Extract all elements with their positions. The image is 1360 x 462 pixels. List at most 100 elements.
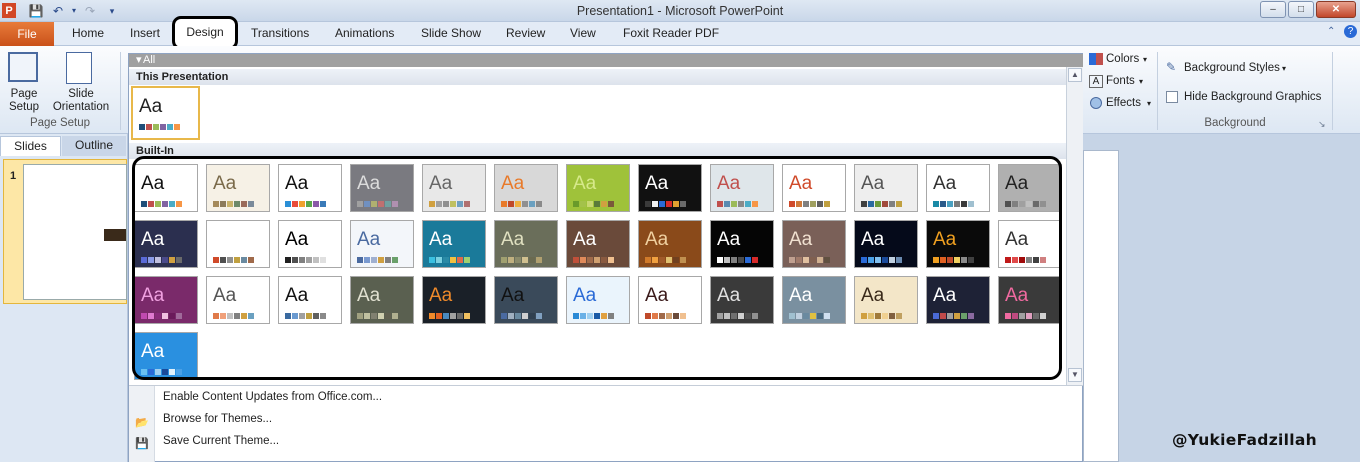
theme-tile[interactable]: Aa (638, 220, 702, 268)
theme-tile[interactable]: Aa (998, 220, 1062, 268)
gallery-scrollbar[interactable]: ▲ ▼ (1066, 67, 1083, 385)
color-swatch (961, 257, 967, 263)
tab-slides[interactable]: Slides (0, 136, 61, 156)
theme-tile[interactable]: Aa (134, 332, 198, 380)
color-swatch (961, 313, 967, 319)
color-swatch (861, 201, 867, 207)
help-icon[interactable]: ? (1344, 25, 1357, 38)
theme-tile[interactable]: Aa (926, 220, 990, 268)
theme-tile[interactable]: Aa (998, 164, 1062, 212)
colors-dropdown-icon[interactable]: ▾ (1143, 53, 1147, 66)
theme-tile[interactable]: Aa (134, 220, 198, 268)
dialog-launcher-icon[interactable]: ↘ (1318, 118, 1326, 131)
scroll-up-icon[interactable]: ▲ (1068, 68, 1082, 82)
theme-tile[interactable]: Aa (638, 164, 702, 212)
tab-animations[interactable]: Animations (335, 26, 394, 40)
theme-tile[interactable]: Aa (422, 164, 486, 212)
color-swatch (508, 257, 514, 263)
theme-tile[interactable]: Aa (206, 220, 270, 268)
editing-area (1083, 134, 1360, 462)
slide-thumbnail[interactable]: 1 (3, 159, 127, 304)
theme-tile[interactable]: Aa (206, 164, 270, 212)
theme-tile[interactable]: Aa (422, 220, 486, 268)
theme-color-swatches (139, 124, 180, 130)
theme-tile[interactable]: Aa (998, 276, 1062, 324)
tab-view[interactable]: View (570, 26, 596, 40)
theme-tile[interactable]: Aa (566, 164, 630, 212)
theme-color-swatches (285, 313, 326, 319)
colors-button[interactable]: Colors (1106, 53, 1139, 66)
slide-orientation-button[interactable]: Slide Orientation (44, 88, 118, 114)
theme-tile[interactable]: Aa (278, 276, 342, 324)
theme-tile[interactable]: Aa (782, 276, 846, 324)
theme-tile[interactable]: Aa (854, 220, 918, 268)
tab-slide-show[interactable]: Slide Show (421, 26, 481, 40)
theme-tile[interactable]: Aa (926, 276, 990, 324)
save-current-theme-item[interactable]: Save Current Theme... (163, 435, 279, 447)
effects-button[interactable]: Effects (1106, 97, 1141, 110)
color-swatch (861, 313, 867, 319)
color-swatch (796, 201, 802, 207)
tab-home[interactable]: Home (72, 26, 104, 40)
tab-insert[interactable]: Insert (130, 26, 160, 40)
background-styles-button[interactable]: Background Styles (1184, 62, 1280, 75)
theme-tile[interactable]: Aa (782, 164, 846, 212)
hide-background-graphics-checkbox[interactable] (1166, 91, 1178, 103)
fonts-dropdown-icon[interactable]: ▾ (1139, 75, 1143, 88)
theme-sample-text: Aa (645, 229, 669, 250)
theme-tile[interactable]: Aa (854, 164, 918, 212)
tab-outline[interactable]: Outline (62, 136, 126, 156)
theme-tile[interactable]: Aa (278, 164, 342, 212)
minimize-icon[interactable]: – (1260, 1, 1286, 18)
fonts-button[interactable]: Fonts (1106, 75, 1135, 88)
theme-tile[interactable]: Aa (710, 220, 774, 268)
theme-tile[interactable]: Aa (350, 220, 414, 268)
theme-tile[interactable]: Aa (494, 276, 558, 324)
color-swatch (659, 201, 665, 207)
theme-tile[interactable]: Aa (134, 276, 198, 324)
color-swatch (608, 313, 614, 319)
theme-sample-text: Aa (357, 285, 381, 306)
theme-tile[interactable]: Aa (854, 276, 918, 324)
theme-tile[interactable]: Aa (782, 220, 846, 268)
theme-tile[interactable]: Aa (638, 276, 702, 324)
minimize-ribbon-icon[interactable]: ⌃ (1327, 26, 1335, 37)
theme-color-swatches (213, 313, 254, 319)
background-styles-dropdown-icon[interactable]: ▾ (1282, 62, 1286, 75)
current-theme-tile[interactable]: Aa (131, 86, 200, 140)
theme-tile[interactable]: Aa (926, 164, 990, 212)
gallery-filter[interactable]: All Themes ▾ (129, 54, 1083, 79)
theme-tile[interactable]: Aa (134, 164, 198, 212)
page-setup-button[interactable]: Page Setup (4, 88, 44, 114)
scroll-down-icon[interactable]: ▼ (1068, 368, 1082, 382)
theme-tile[interactable]: Aa (278, 220, 342, 268)
tab-review[interactable]: Review (506, 26, 545, 40)
slide-orientation-icon[interactable] (66, 52, 92, 84)
color-swatch (673, 201, 679, 207)
theme-tile[interactable]: Aa (350, 276, 414, 324)
effects-dropdown-icon[interactable]: ▾ (1147, 97, 1151, 110)
color-swatch (824, 313, 830, 319)
tab-file[interactable]: File (0, 22, 54, 46)
chevron-down-icon[interactable]: ▾ (136, 54, 142, 66)
theme-tile[interactable]: Aa (494, 220, 558, 268)
color-swatch (176, 313, 182, 319)
theme-tile[interactable]: Aa (710, 164, 774, 212)
color-swatch (594, 257, 600, 263)
theme-tile[interactable]: Aa (566, 276, 630, 324)
theme-tile[interactable]: Aa (710, 276, 774, 324)
browse-for-themes-item[interactable]: Browse for Themes... (163, 413, 272, 425)
page-setup-icon[interactable] (8, 52, 38, 82)
theme-tile[interactable]: Aa (206, 276, 270, 324)
enable-content-updates-item[interactable]: Enable Content Updates from Office.com..… (163, 391, 382, 403)
slide-canvas[interactable] (1083, 150, 1119, 462)
tab-transitions[interactable]: Transitions (251, 26, 309, 40)
close-icon[interactable]: ✕ (1316, 1, 1356, 18)
theme-tile[interactable]: Aa (566, 220, 630, 268)
tab-foxit-reader-pdf[interactable]: Foxit Reader PDF (623, 26, 719, 40)
theme-tile[interactable]: Aa (422, 276, 486, 324)
tab-design[interactable]: Design (172, 16, 238, 50)
theme-tile[interactable]: Aa (350, 164, 414, 212)
theme-tile[interactable]: Aa (494, 164, 558, 212)
maximize-icon[interactable]: □ (1288, 1, 1314, 18)
